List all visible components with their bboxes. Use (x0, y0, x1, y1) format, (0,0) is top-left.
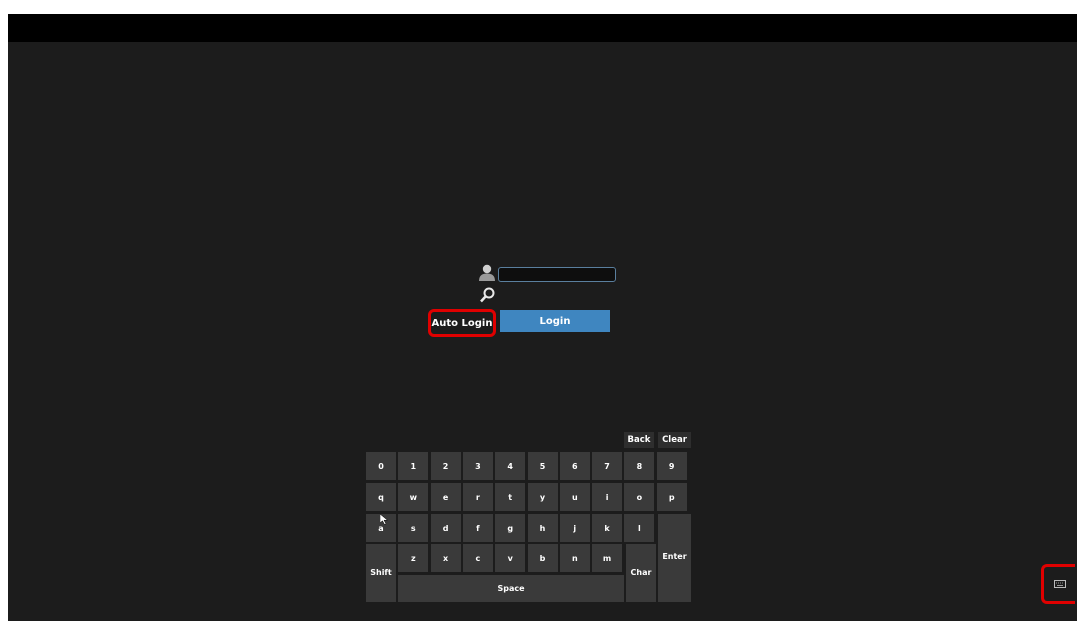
key-q[interactable]: q (366, 483, 396, 511)
key-v[interactable]: v (495, 544, 526, 572)
key-g[interactable]: g (495, 514, 526, 542)
key-8[interactable]: 8 (624, 452, 655, 480)
key-k[interactable]: k (592, 514, 623, 542)
key-w[interactable]: w (398, 483, 429, 511)
keyboard-icon (1053, 580, 1066, 588)
key-p[interactable]: p (656, 483, 687, 511)
key-icon (480, 287, 495, 303)
space-key[interactable]: Space (398, 575, 624, 602)
shift-key[interactable]: Shift (366, 544, 396, 602)
key-2[interactable]: 2 (430, 452, 461, 480)
key-x[interactable]: x (430, 544, 461, 572)
back-key[interactable]: Back (624, 432, 654, 448)
key-6[interactable]: 6 (559, 452, 590, 480)
key-n[interactable]: n (559, 544, 590, 572)
key-h[interactable]: h (527, 514, 558, 542)
key-b[interactable]: b (527, 544, 558, 572)
key-u[interactable]: u (559, 483, 590, 511)
key-3[interactable]: 3 (462, 452, 493, 480)
login-button[interactable]: Login (500, 310, 610, 332)
key-9[interactable]: 9 (656, 452, 687, 480)
key-7[interactable]: 7 (592, 452, 623, 480)
key-i[interactable]: i (592, 483, 623, 511)
enter-key[interactable]: Enter (658, 514, 691, 602)
key-0[interactable]: 0 (366, 452, 396, 480)
key-m[interactable]: m (592, 544, 623, 572)
key-c[interactable]: c (462, 544, 493, 572)
key-l[interactable]: l (624, 514, 655, 542)
key-z[interactable]: z (398, 544, 429, 572)
key-y[interactable]: y (527, 483, 558, 511)
key-s[interactable]: s (398, 514, 429, 542)
username-field[interactable] (498, 267, 616, 282)
key-d[interactable]: d (430, 514, 461, 542)
key-f[interactable]: f (462, 514, 493, 542)
key-j[interactable]: j (559, 514, 590, 542)
key-o[interactable]: o (624, 483, 655, 511)
key-5[interactable]: 5 (527, 452, 558, 480)
char-key[interactable]: Char (626, 544, 656, 602)
auto-login-button[interactable]: Auto Login (428, 309, 496, 337)
key-e[interactable]: e (430, 483, 461, 511)
keyboard-toggle-button[interactable] (1041, 564, 1075, 604)
clear-key[interactable]: Clear (658, 432, 691, 448)
mouse-cursor-icon (380, 514, 388, 525)
top-bar (8, 14, 1077, 42)
key-r[interactable]: r (462, 483, 493, 511)
user-icon (479, 264, 495, 281)
key-t[interactable]: t (495, 483, 526, 511)
key-4[interactable]: 4 (495, 452, 526, 480)
key-1[interactable]: 1 (398, 452, 429, 480)
